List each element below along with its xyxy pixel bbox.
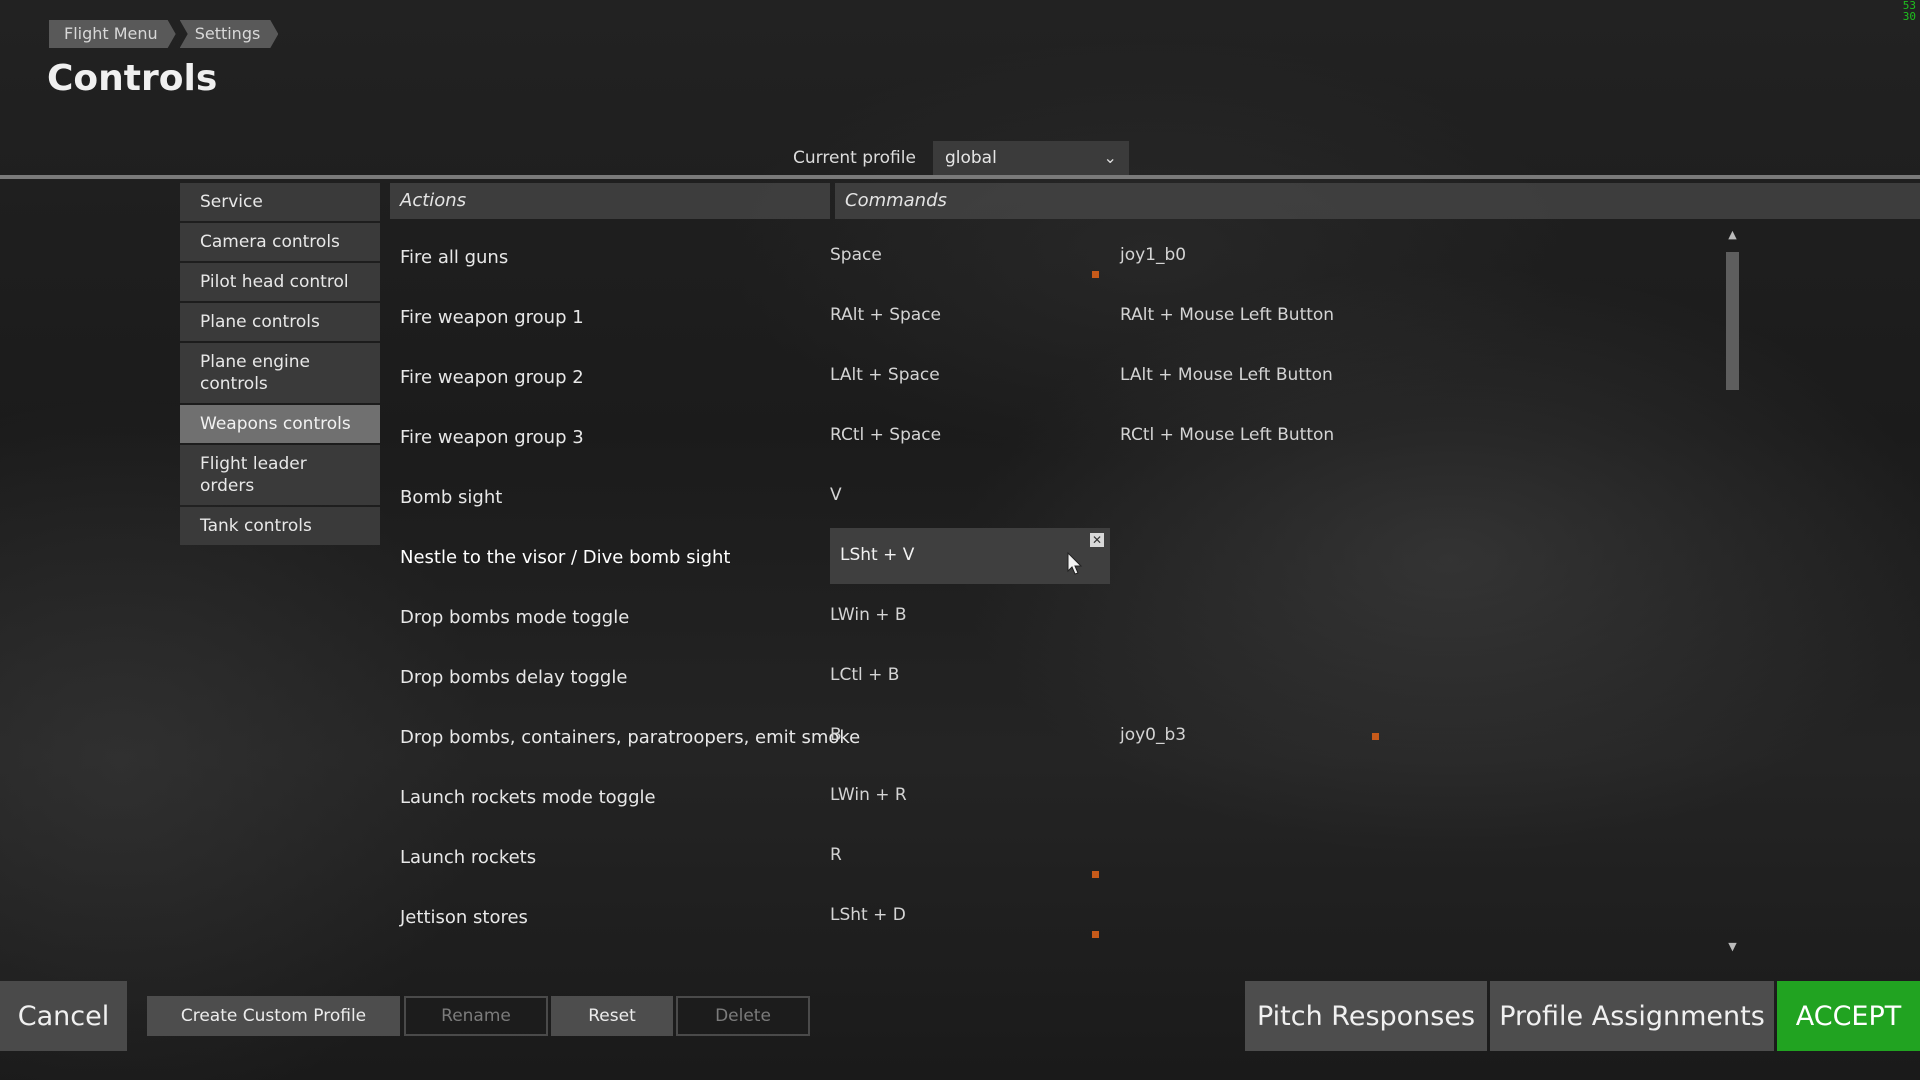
primary-binding[interactable]: RAlt + Space — [830, 305, 941, 325]
sidebar-item-plane-engine-controls[interactable]: Plane engine controls — [180, 343, 380, 403]
primary-binding[interactable]: LWin + B — [830, 605, 907, 625]
table-row[interactable]: Drop bombs delay toggle LCtl + B — [390, 645, 1735, 705]
create-custom-profile-button[interactable]: Create Custom Profile — [147, 996, 400, 1036]
table-row[interactable]: Jettison stores LSht + D — [390, 885, 1735, 945]
sidebar-item-service[interactable]: Service — [180, 183, 380, 221]
fps-counter: 53 30 — [1902, 0, 1916, 23]
sidebar-item-tank-controls[interactable]: Tank controls — [180, 507, 380, 545]
primary-binding[interactable]: LSht + D — [830, 905, 906, 925]
table-row[interactable]: Fire weapon group 3 RCtl + Space RCtl + … — [390, 405, 1735, 465]
bindings-table: Fire all guns Space joy1_b0 Fire weapon … — [390, 225, 1735, 945]
secondary-binding[interactable]: joy1_b0 — [1120, 245, 1186, 265]
table-row[interactable]: Bomb sight V — [390, 465, 1735, 525]
primary-binding[interactable]: LCtl + B — [830, 665, 899, 685]
secondary-binding[interactable]: RCtl + Mouse Left Button — [1120, 425, 1334, 445]
table-row[interactable]: Drop bombs, containers, paratroopers, em… — [390, 705, 1735, 765]
action-label: Jettison stores — [400, 907, 528, 928]
action-label: Nestle to the visor / Dive bomb sight — [400, 547, 731, 568]
scroll-down-arrow-icon[interactable]: ▼ — [1726, 940, 1739, 954]
breadcrumb: Flight Menu Settings — [49, 20, 282, 48]
action-label: Bomb sight — [400, 487, 503, 508]
sidebar-item-pilot-head-control[interactable]: Pilot head control — [180, 263, 380, 301]
secondary-binding[interactable]: joy0_b3 — [1120, 725, 1186, 745]
action-label: Launch rockets — [400, 847, 537, 868]
primary-binding[interactable]: LAlt + Space — [830, 365, 940, 385]
primary-binding[interactable]: RCtl + Space — [830, 425, 941, 445]
sidebar-item-camera-controls[interactable]: Camera controls — [180, 223, 380, 261]
reset-button[interactable]: Reset — [551, 996, 673, 1036]
table-row[interactable]: Fire all guns Space joy1_b0 — [390, 225, 1735, 285]
rename-button[interactable]: Rename — [404, 996, 548, 1036]
primary-binding[interactable]: LSht + V — [840, 545, 914, 565]
profile-dropdown[interactable]: global ⌄ — [932, 141, 1129, 175]
sidebar-item-flight-leader-orders[interactable]: Flight leader orders — [180, 445, 380, 505]
header-divider — [0, 175, 1920, 179]
table-row-selected[interactable]: Nestle to the visor / Dive bomb sight LS… — [390, 525, 1735, 585]
actions-column-header: Actions — [390, 183, 830, 219]
breadcrumb-settings[interactable]: Settings — [180, 20, 279, 48]
mouse-cursor-icon — [1067, 552, 1083, 575]
cancel-button[interactable]: Cancel — [0, 981, 127, 1051]
binding-marker-icon — [1092, 871, 1099, 878]
table-row[interactable]: Drop bombs mode toggle LWin + B — [390, 585, 1735, 645]
primary-binding[interactable]: R — [830, 845, 842, 865]
category-sidebar: Service Camera controls Pilot head contr… — [180, 183, 380, 547]
profile-dropdown-value: global — [944, 148, 997, 168]
breadcrumb-flight-menu[interactable]: Flight Menu — [49, 20, 176, 48]
primary-binding[interactable]: B — [830, 725, 842, 745]
action-label: Fire weapon group 3 — [400, 427, 584, 448]
commands-column-header: Commands — [835, 183, 1920, 219]
table-row[interactable]: Fire weapon group 2 LAlt + Space LAlt + … — [390, 345, 1735, 405]
secondary-binding[interactable]: LAlt + Mouse Left Button — [1120, 365, 1333, 385]
chevron-down-icon: ⌄ — [1103, 148, 1117, 167]
page-title: Controls — [47, 58, 218, 99]
primary-binding[interactable]: LWin + R — [830, 785, 907, 805]
scroll-up-arrow-icon[interactable]: ▲ — [1726, 228, 1739, 242]
scrollbar-thumb[interactable] — [1726, 252, 1739, 390]
binding-marker-icon — [1092, 271, 1099, 278]
secondary-binding[interactable]: RAlt + Mouse Left Button — [1120, 305, 1334, 325]
current-profile-label: Current profile — [793, 148, 916, 168]
table-row[interactable]: Launch rockets R — [390, 825, 1735, 885]
action-label: Fire weapon group 2 — [400, 367, 584, 388]
table-row[interactable]: Launch rockets mode toggle LWin + R — [390, 765, 1735, 825]
accept-button[interactable]: ACCEPT — [1777, 981, 1920, 1051]
table-row[interactable]: Fire weapon group 1 RAlt + Space RAlt + … — [390, 285, 1735, 345]
delete-button[interactable]: Delete — [676, 996, 810, 1036]
profile-assignments-button[interactable]: Profile Assignments — [1490, 981, 1774, 1051]
sidebar-item-plane-controls[interactable]: Plane controls — [180, 303, 380, 341]
sidebar-item-weapons-controls[interactable]: Weapons controls — [180, 405, 380, 443]
binding-marker-icon — [1092, 931, 1099, 938]
action-label: Launch rockets mode toggle — [400, 787, 656, 808]
action-label: Fire all guns — [400, 247, 509, 268]
action-label: Drop bombs mode toggle — [400, 607, 630, 628]
action-label: Drop bombs delay toggle — [400, 667, 628, 688]
action-label: Drop bombs, containers, paratroopers, em… — [400, 727, 861, 748]
clear-binding-icon[interactable]: ✕ — [1090, 533, 1104, 547]
profile-row: Current profile global ⌄ — [793, 141, 1129, 175]
binding-marker-icon — [1372, 733, 1379, 740]
pitch-responses-button[interactable]: Pitch Responses — [1245, 981, 1487, 1051]
primary-binding[interactable]: V — [830, 485, 842, 505]
action-label: Fire weapon group 1 — [400, 307, 584, 328]
primary-binding[interactable]: Space — [830, 245, 882, 265]
